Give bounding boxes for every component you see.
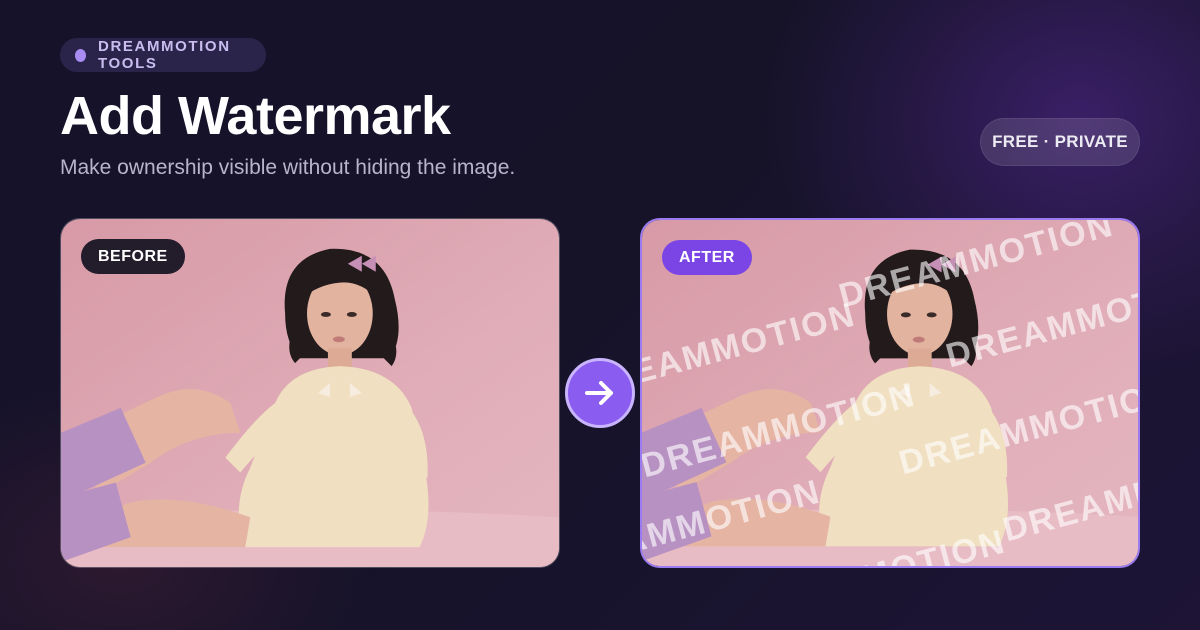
before-tag: BEFORE <box>81 239 185 274</box>
brand-pill: DREAMMOTION TOOLS <box>60 38 266 72</box>
before-panel: BEFORE <box>60 218 560 568</box>
brand-dot-icon <box>75 48 87 62</box>
arrow-right-icon <box>585 381 613 405</box>
free-private-badge: FREE · PRIVATE <box>980 118 1140 166</box>
after-tag: AFTER <box>662 240 752 275</box>
page-title: Add Watermark <box>60 86 451 146</box>
page-subtitle: Make ownership visible without hiding th… <box>60 156 516 179</box>
after-panel: DREAMMOTION DREAMMOTION DREAMMOTION DREA… <box>640 218 1140 568</box>
brand-label: DREAMMOTION TOOLS <box>98 38 231 72</box>
arrow-button[interactable] <box>565 358 635 428</box>
